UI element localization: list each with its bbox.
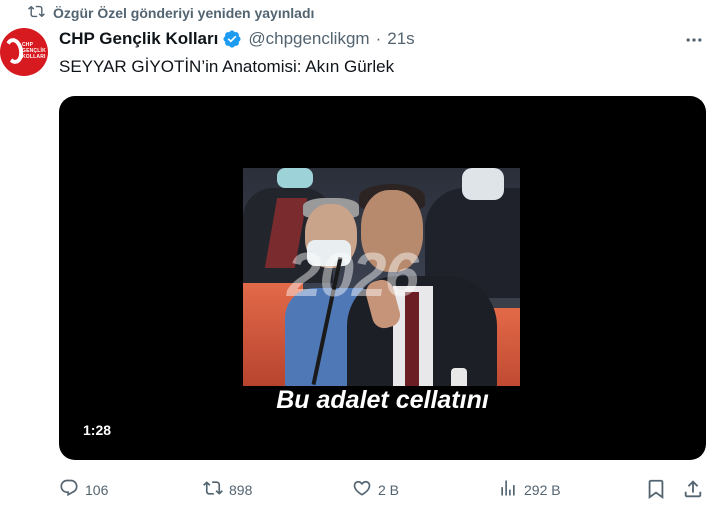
avatar[interactable]: CHP GENÇLİK KOLLARI	[0, 28, 48, 76]
repost-icon	[203, 478, 223, 501]
tweet-actions: 106 898 2 B 292 B	[0, 478, 728, 502]
more-icon	[684, 30, 704, 55]
tweet-header: CHP Gençlik Kolları @chpgenclikgm · 21s	[59, 29, 415, 49]
views-button[interactable]: 292 B	[498, 478, 561, 501]
video-player[interactable]: 2026 Bu adalet cellatını 1:28	[59, 96, 706, 460]
heart-icon	[352, 478, 372, 501]
like-button[interactable]: 2 B	[352, 478, 399, 501]
views-count: 292 B	[524, 481, 561, 498]
author-handle[interactable]: @chpgenclikgm	[248, 29, 369, 49]
timestamp[interactable]: 21s	[387, 29, 414, 49]
tweet-text: SEYYAR GİYOTİN’in Anatomisi: Akın Gürlek	[59, 57, 395, 76]
reply-icon	[59, 478, 79, 501]
verified-badge-icon[interactable]	[222, 29, 242, 49]
like-count: 2 B	[378, 481, 400, 498]
reply-count: 106	[85, 481, 109, 498]
repost-icon	[28, 3, 45, 23]
display-name[interactable]: CHP Gençlik Kolları	[59, 29, 218, 49]
video-duration: 1:28	[75, 420, 120, 440]
separator-dot: ·	[375, 29, 382, 48]
video-caption: Bu adalet cellatını	[276, 386, 489, 414]
bookmark-icon	[645, 479, 667, 504]
avatar-logo-text: CHP GENÇLİK KOLLARI	[22, 42, 46, 60]
avatar-logo-line: KOLLARI	[22, 54, 46, 60]
video-frame: 2026	[243, 168, 520, 386]
more-options-button[interactable]	[680, 28, 708, 56]
repost-text[interactable]: Özgür Özel gönderiyi yeniden yayınladı	[53, 5, 314, 21]
share-button[interactable]	[682, 478, 704, 500]
repost-button[interactable]: 898	[203, 478, 252, 501]
repost-count: 898	[229, 481, 253, 498]
bookmark-button[interactable]	[645, 478, 667, 500]
share-icon	[682, 480, 704, 504]
video-watermark: 2026	[287, 241, 419, 310]
repost-indicator[interactable]: Özgür Özel gönderiyi yeniden yayınladı	[28, 3, 314, 23]
reply-button[interactable]: 106	[59, 478, 108, 501]
views-icon	[498, 478, 518, 501]
